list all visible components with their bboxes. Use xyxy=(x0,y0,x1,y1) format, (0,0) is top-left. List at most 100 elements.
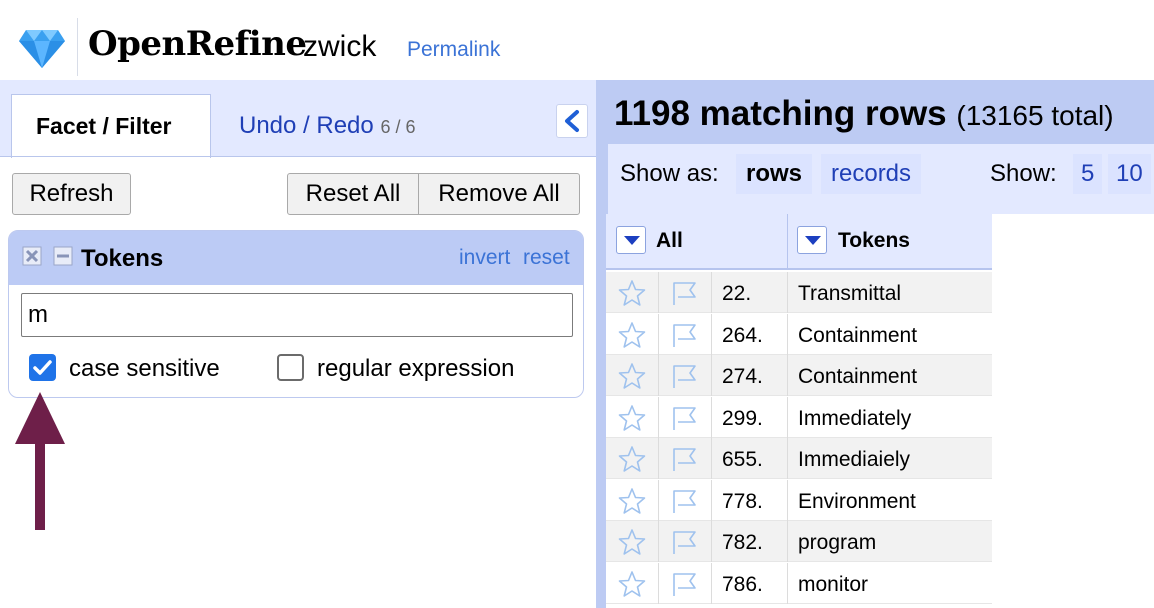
show-as-rows-toggle[interactable]: rows xyxy=(736,154,813,194)
token-cell[interactable]: Environment xyxy=(798,490,916,514)
star-icon[interactable] xyxy=(618,445,646,473)
cell-divider xyxy=(658,521,659,562)
header-divider xyxy=(77,18,78,76)
star-icon[interactable] xyxy=(618,528,646,556)
flag-icon[interactable] xyxy=(669,362,699,390)
cell-divider xyxy=(787,562,788,604)
cell-divider xyxy=(658,438,659,479)
diamond-icon[interactable] xyxy=(18,26,66,70)
flag-icon[interactable] xyxy=(669,279,699,307)
close-icon[interactable] xyxy=(22,246,42,266)
star-icon[interactable] xyxy=(618,404,646,432)
cell-divider xyxy=(787,396,788,438)
minimize-icon[interactable] xyxy=(53,246,73,266)
column-header-all: All xyxy=(656,229,683,252)
cell-divider xyxy=(787,438,788,479)
all-column-menu-button[interactable] xyxy=(616,226,646,254)
chevron-left-icon xyxy=(565,110,579,132)
cell-divider xyxy=(658,479,659,521)
token-cell[interactable]: Immediately xyxy=(798,407,911,431)
flag-icon[interactable] xyxy=(669,487,699,515)
matching-rows-count: 1198 matching rows xyxy=(614,94,947,133)
show-as-records-toggle[interactable]: records xyxy=(821,154,922,194)
row-number: 22. xyxy=(722,282,752,305)
column-header-tokens: Tokens xyxy=(838,229,910,252)
checkmark-icon xyxy=(33,360,52,375)
table-row: 22. Transmittal xyxy=(606,272,992,313)
data-panel: 1198 matching rows (13165 total) Show as… xyxy=(596,80,1154,608)
tokens-column-menu-button[interactable] xyxy=(797,226,827,254)
facet-reset-link[interactable]: reset xyxy=(523,246,570,270)
tab-divider xyxy=(0,156,596,157)
star-icon[interactable] xyxy=(618,321,646,349)
undo-redo-count: 6 / 6 xyxy=(380,117,416,137)
refresh-button[interactable]: Refresh xyxy=(12,173,131,215)
facet-invert-link[interactable]: invert xyxy=(459,246,510,270)
table-header: All Tokens xyxy=(606,214,992,270)
page-size-label: Show: xyxy=(990,160,1057,187)
tab-facet-filter[interactable]: Facet / Filter xyxy=(11,94,211,158)
row-count-summary: 1198 matching rows (13165 total) xyxy=(614,94,1114,134)
token-cell[interactable]: Immediaiely xyxy=(798,448,910,472)
cell-divider xyxy=(787,313,788,355)
regular-expression-checkbox[interactable] xyxy=(277,354,304,381)
cell-divider xyxy=(711,438,712,479)
permalink-link[interactable]: Permalink xyxy=(407,38,500,62)
cell-divider xyxy=(787,272,788,313)
star-icon[interactable] xyxy=(618,570,646,598)
flag-icon[interactable] xyxy=(669,404,699,432)
collapse-panel-button[interactable] xyxy=(556,104,588,138)
remove-all-button[interactable]: Remove All xyxy=(418,173,580,215)
star-icon[interactable] xyxy=(618,279,646,307)
facet-title: Tokens xyxy=(81,245,164,272)
tab-undo-redo[interactable]: Undo / Redo 6 / 6 xyxy=(239,112,415,140)
cell-divider xyxy=(711,313,712,355)
page-size-option[interactable]: 10 xyxy=(1108,154,1151,194)
data-table: All Tokens 22. Transmittal 264. Containment… xyxy=(606,214,1154,608)
table-row: 655. Immediaiely xyxy=(606,438,992,479)
tab-undo-redo-label: Undo / Redo xyxy=(239,112,374,139)
annotation-arrow-icon xyxy=(15,392,65,530)
left-panel: Facet / Filter Undo / Redo 6 / 6 Refresh… xyxy=(0,80,596,608)
token-cell[interactable]: Transmittal xyxy=(798,282,901,306)
case-sensitive-checkbox[interactable] xyxy=(29,354,56,381)
table-row: 778. Environment xyxy=(606,479,992,521)
cell-divider xyxy=(711,355,712,396)
row-number: 778. xyxy=(722,489,763,513)
total-rows-count: (13165 total) xyxy=(956,100,1114,131)
flag-icon[interactable] xyxy=(669,321,699,349)
token-cell[interactable]: program xyxy=(798,531,876,555)
cell-divider xyxy=(787,479,788,521)
app-header: OpenRefine zwick Permalink xyxy=(0,0,1154,80)
token-cell[interactable]: Containment xyxy=(798,365,917,389)
flag-icon[interactable] xyxy=(669,528,699,556)
cell-divider xyxy=(658,272,659,313)
page-size-option[interactable]: 5 xyxy=(1073,154,1103,194)
star-icon[interactable] xyxy=(618,362,646,390)
token-cell[interactable]: monitor xyxy=(798,573,868,597)
table-row: 264. Containment xyxy=(606,313,992,355)
row-number: 786. xyxy=(722,572,763,596)
row-number: 782. xyxy=(722,531,763,554)
case-sensitive-label: case sensitive xyxy=(69,355,220,382)
row-number: 274. xyxy=(722,365,763,388)
star-icon[interactable] xyxy=(618,487,646,515)
show-as-label: Show as: xyxy=(620,160,719,187)
filter-text-input[interactable] xyxy=(21,293,573,337)
cell-divider xyxy=(711,396,712,438)
facet-header: Tokens invert reset xyxy=(9,231,583,285)
regular-expression-label: regular expression xyxy=(317,355,515,382)
flag-icon[interactable] xyxy=(669,570,699,598)
table-row: 274. Containment xyxy=(606,355,992,396)
tab-strip: Facet / Filter Undo / Redo 6 / 6 xyxy=(0,80,596,158)
reset-all-button[interactable]: Reset All xyxy=(287,173,419,215)
flag-icon[interactable] xyxy=(669,445,699,473)
cell-divider xyxy=(787,355,788,396)
facet-body: case sensitive regular expression xyxy=(9,285,583,397)
cell-divider xyxy=(711,272,712,313)
project-name[interactable]: zwick xyxy=(303,30,376,64)
app-title[interactable]: OpenRefine xyxy=(88,24,307,64)
token-cell[interactable]: Containment xyxy=(798,324,917,348)
table-row: 299. Immediately xyxy=(606,396,992,438)
cell-divider xyxy=(658,562,659,604)
